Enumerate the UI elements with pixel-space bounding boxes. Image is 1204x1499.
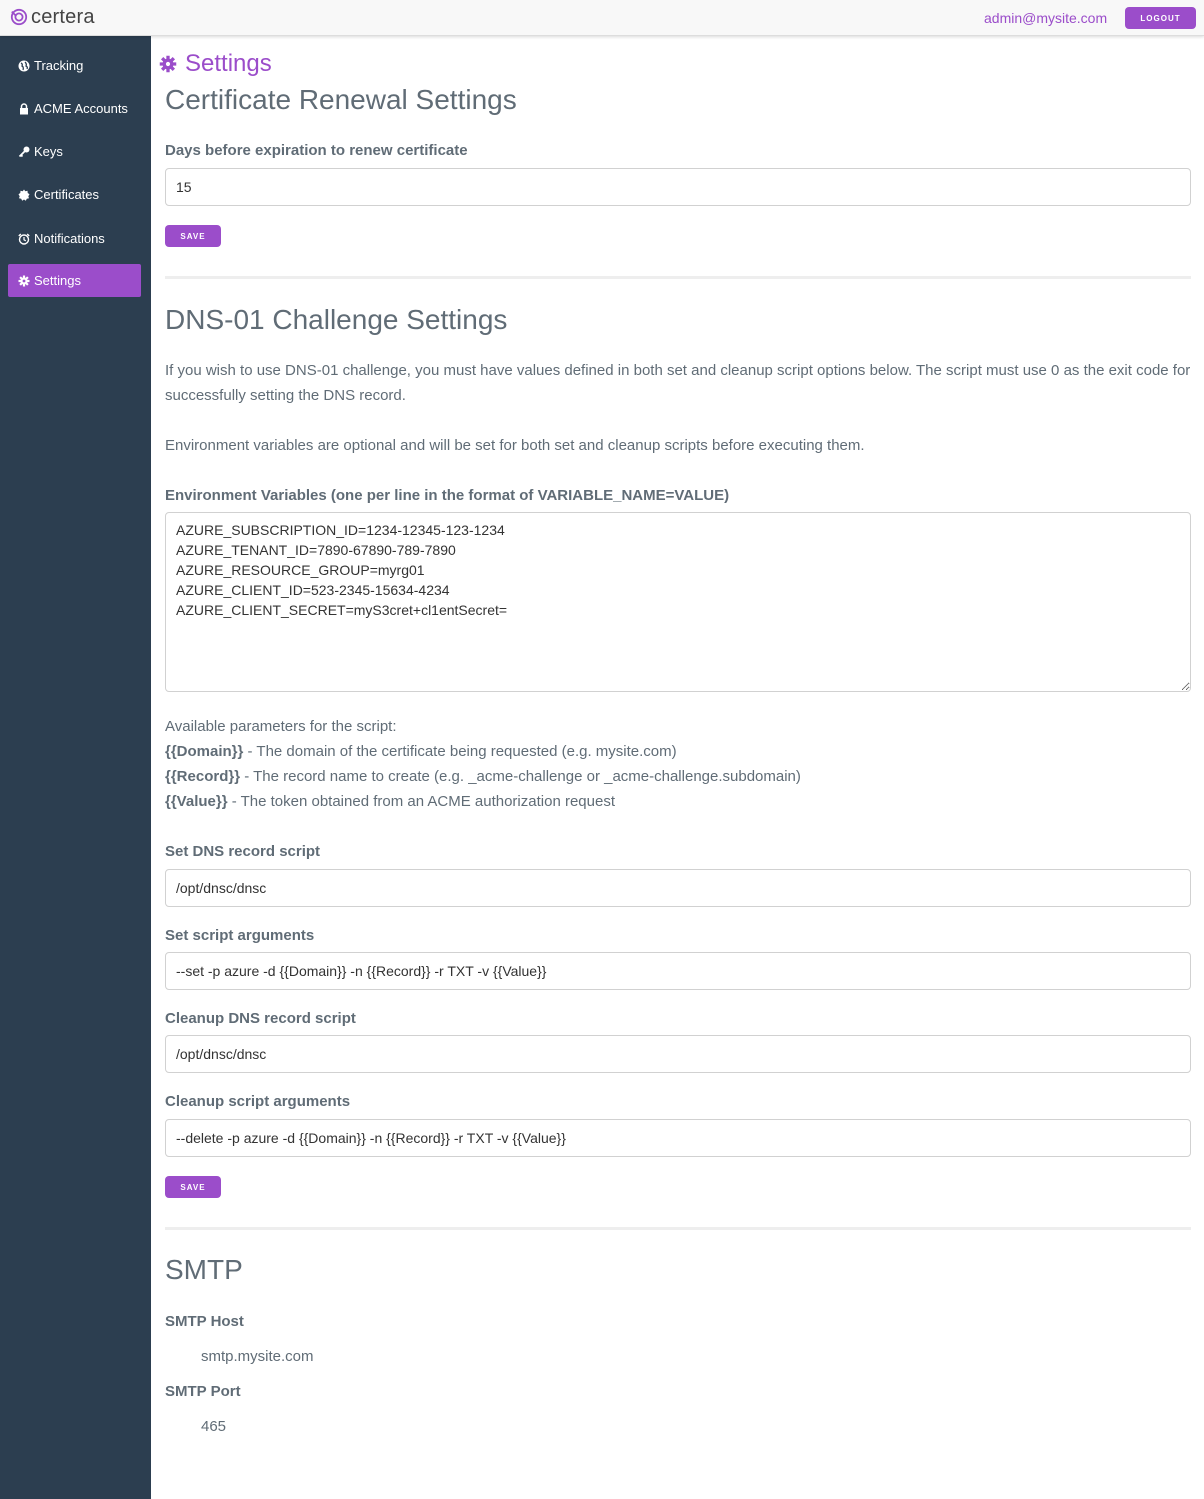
cleanup-args-input[interactable] bbox=[165, 1119, 1191, 1157]
param-domain: {{Domain}} - The domain of the certifica… bbox=[165, 739, 801, 764]
sidebar-item-settings[interactable]: Settings bbox=[8, 264, 141, 297]
sidebar-item-label: Settings bbox=[34, 273, 81, 288]
certificate-icon bbox=[18, 189, 30, 201]
brand-name: certera bbox=[31, 6, 95, 28]
param-record: {{Record}} - The record name to create (… bbox=[165, 764, 801, 789]
alarm-clock-icon bbox=[18, 233, 30, 245]
logout-button[interactable]: LOGOUT bbox=[1125, 7, 1196, 29]
script-params-help: Available parameters for the script: {{D… bbox=[165, 714, 801, 814]
section-divider bbox=[165, 1227, 1191, 1230]
section-divider bbox=[165, 276, 1191, 279]
sidebar-item-certificates[interactable]: Certificates bbox=[8, 178, 141, 211]
smtp-port-value: 465 bbox=[201, 1418, 227, 1435]
smtp-host-label: SMTP Host bbox=[165, 1313, 244, 1330]
page-title: Settings bbox=[159, 50, 272, 78]
env-variables-textarea[interactable]: AZURE_SUBSCRIPTION_ID=1234-12345-123-123… bbox=[165, 512, 1191, 692]
sidebar-item-keys[interactable]: Keys bbox=[8, 135, 141, 168]
brand-logo[interactable]: certera bbox=[10, 6, 95, 28]
param-desc: - The record name to create (e.g. _acme-… bbox=[240, 768, 801, 785]
param-value: {{Value}} - The token obtained from an A… bbox=[165, 789, 801, 814]
sidebar: Tracking ACME Accounts Keys Certificates… bbox=[0, 36, 151, 1499]
sidebar-item-notifications[interactable]: Notifications bbox=[8, 222, 141, 255]
dns-env-note: Environment variables are optional and w… bbox=[165, 437, 865, 454]
sidebar-item-label: Keys bbox=[34, 144, 63, 159]
globe-icon bbox=[18, 60, 30, 71]
renewal-section-heading: Certificate Renewal Settings bbox=[165, 84, 517, 115]
cleanup-script-label: Cleanup DNS record script bbox=[165, 1010, 356, 1027]
param-desc: - The domain of the certificate being re… bbox=[243, 743, 677, 760]
dns-intro-text: If you wish to use DNS-01 challenge, you… bbox=[165, 362, 1191, 404]
cleanup-args-label: Cleanup script arguments bbox=[165, 1093, 351, 1110]
cleanup-script-input[interactable] bbox=[165, 1035, 1191, 1073]
env-variables-label: Environment Variables (one per line in t… bbox=[165, 487, 730, 504]
param-name: {{Domain}} bbox=[165, 743, 244, 760]
user-email-link[interactable]: admin@mysite.com bbox=[984, 10, 1107, 26]
lock-icon bbox=[20, 102, 28, 114]
set-args-input[interactable] bbox=[165, 952, 1191, 990]
certera-logo-icon bbox=[10, 8, 28, 26]
smtp-section-heading: SMTP bbox=[165, 1254, 243, 1285]
sidebar-item-tracking[interactable]: Tracking bbox=[8, 49, 141, 82]
set-script-label: Set DNS record script bbox=[165, 843, 321, 860]
page-title-text: Settings bbox=[185, 50, 272, 77]
set-args-label: Set script arguments bbox=[165, 927, 315, 944]
smtp-host-value: smtp.mysite.com bbox=[201, 1348, 314, 1365]
params-heading: Available parameters for the script: bbox=[165, 718, 397, 735]
smtp-port-label: SMTP Port bbox=[165, 1383, 241, 1400]
param-name: {{Value}} bbox=[165, 793, 228, 810]
sidebar-item-label: Tracking bbox=[34, 58, 84, 73]
param-name: {{Record}} bbox=[165, 768, 241, 785]
top-navbar: certera admin@mysite.com LOGOUT bbox=[0, 0, 1204, 36]
param-desc: - The token obtained from an ACME author… bbox=[227, 793, 615, 810]
key-icon bbox=[18, 146, 30, 157]
sidebar-item-acme-accounts[interactable]: ACME Accounts bbox=[8, 92, 141, 125]
sidebar-item-label: Certificates bbox=[34, 187, 100, 202]
sidebar-item-label: ACME Accounts bbox=[34, 101, 128, 116]
sidebar-item-label: Notifications bbox=[34, 231, 105, 246]
main-content: Settings Certificate Renewal Settings Da… bbox=[151, 36, 1204, 1499]
dns-section-heading: DNS-01 Challenge Settings bbox=[165, 304, 508, 335]
renewal-days-label: Days before expiration to renew certific… bbox=[165, 142, 468, 159]
gear-icon bbox=[18, 275, 30, 286]
gear-icon bbox=[159, 55, 177, 73]
renewal-days-input[interactable] bbox=[165, 168, 1191, 206]
renewal-save-button[interactable]: SAVE bbox=[165, 225, 221, 247]
set-script-input[interactable] bbox=[165, 869, 1191, 907]
dns-save-button[interactable]: SAVE bbox=[165, 1176, 221, 1198]
